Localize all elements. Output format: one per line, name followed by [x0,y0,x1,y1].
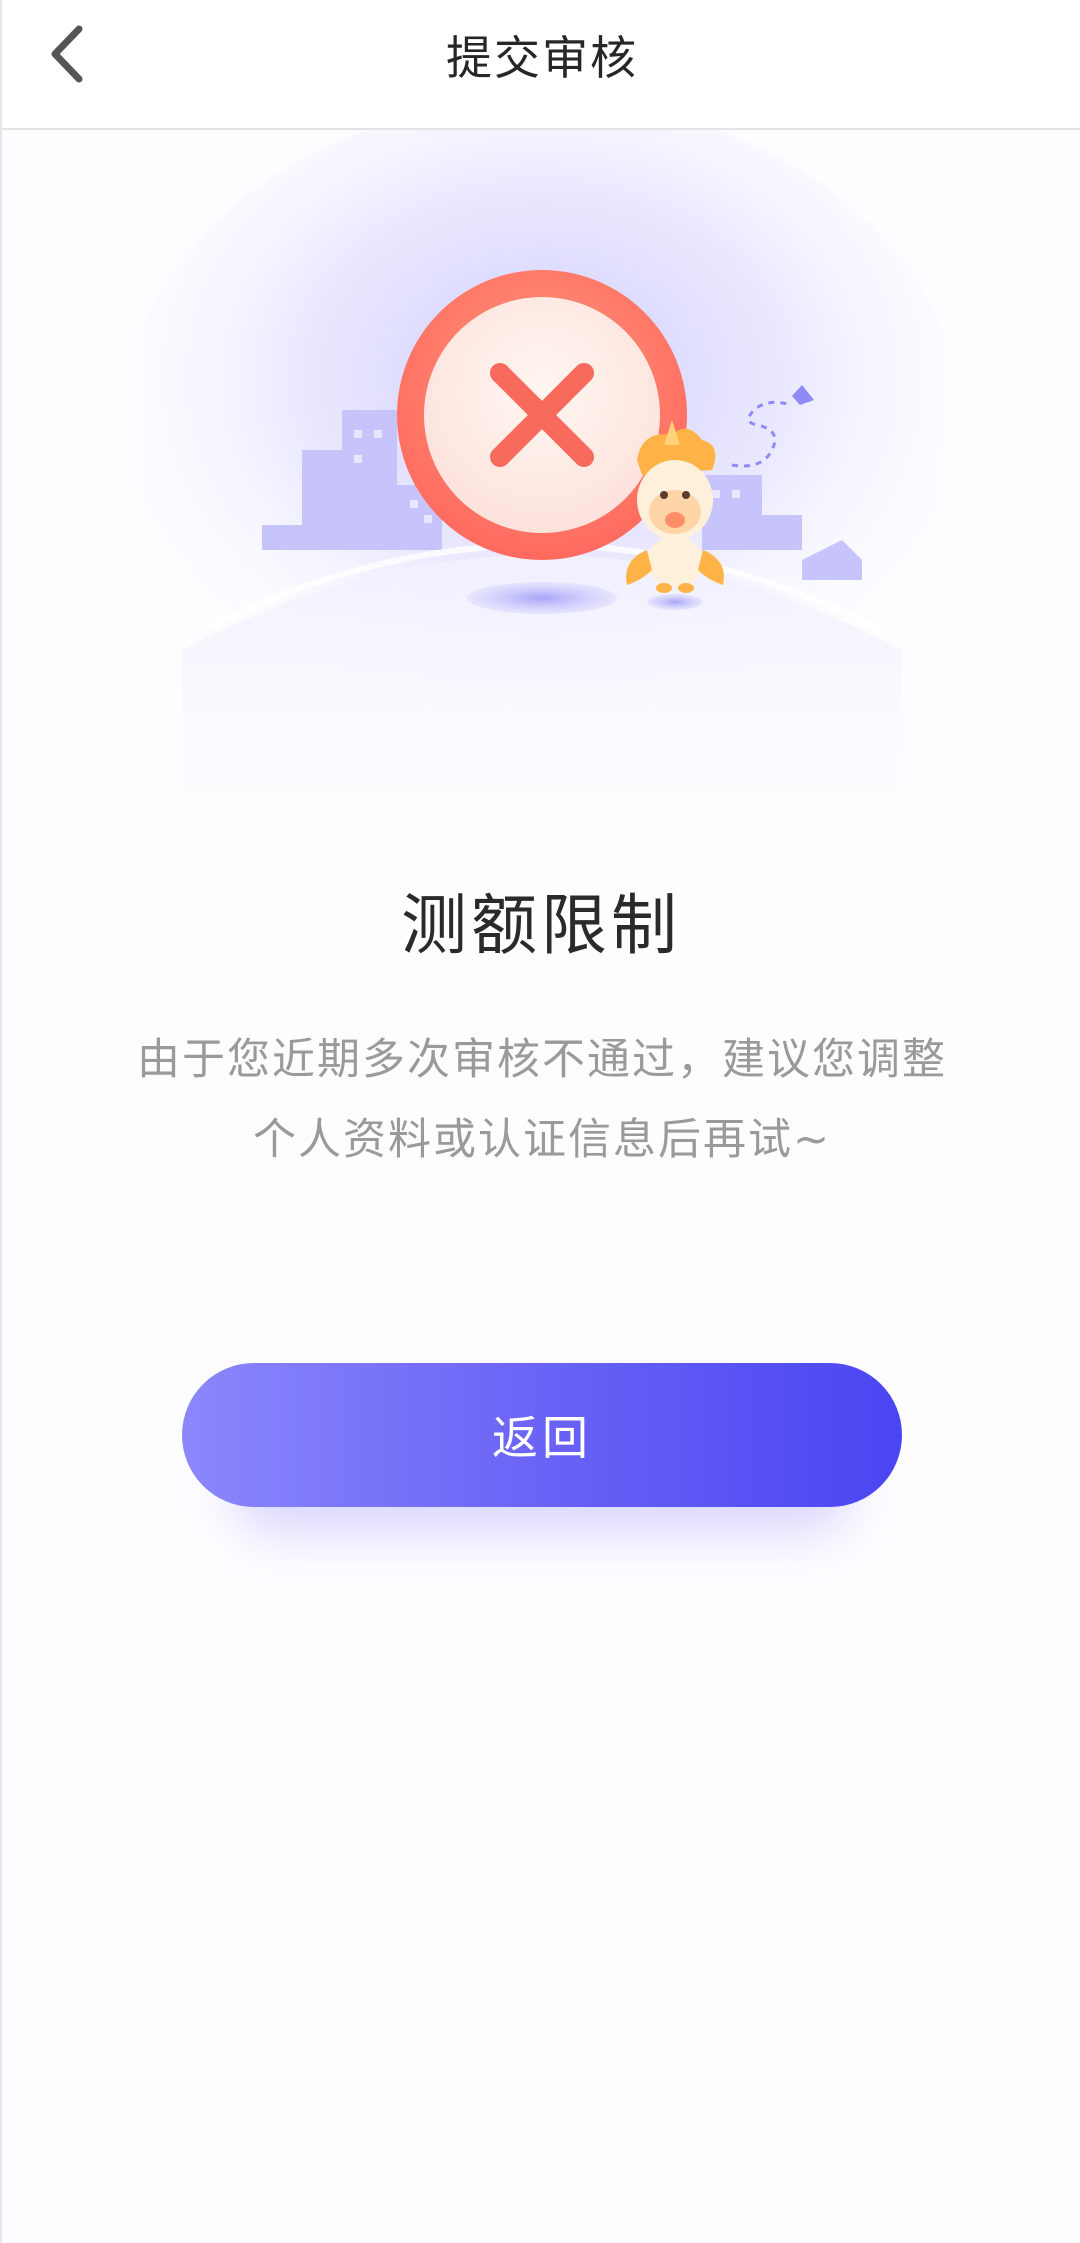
result-description-line: 个人资料或认证信息后再试~ [252,1115,832,1165]
failure-illustration [122,100,962,850]
page: 提交审核 测额限制 由于您近期多次审核不通过，建议您调整 个人资料或认证信息后再… [0,0,1080,2243]
result-title: 测额限制 [401,887,681,964]
icon-shadow [467,582,617,614]
mascot-shadow [647,594,703,610]
page-title: 提交审核 [446,31,638,85]
result-description-line: 由于您近期多次审核不通过，建议您调整 [137,1035,947,1085]
return-button[interactable]: 返回 [182,1363,902,1507]
return-button-label: 返回 [492,1411,592,1465]
top-nav-bar: 提交审核 [2,0,1080,130]
result-description: 由于您近期多次审核不通过，建议您调整 个人资料或认证信息后再试~ [102,1020,982,1180]
